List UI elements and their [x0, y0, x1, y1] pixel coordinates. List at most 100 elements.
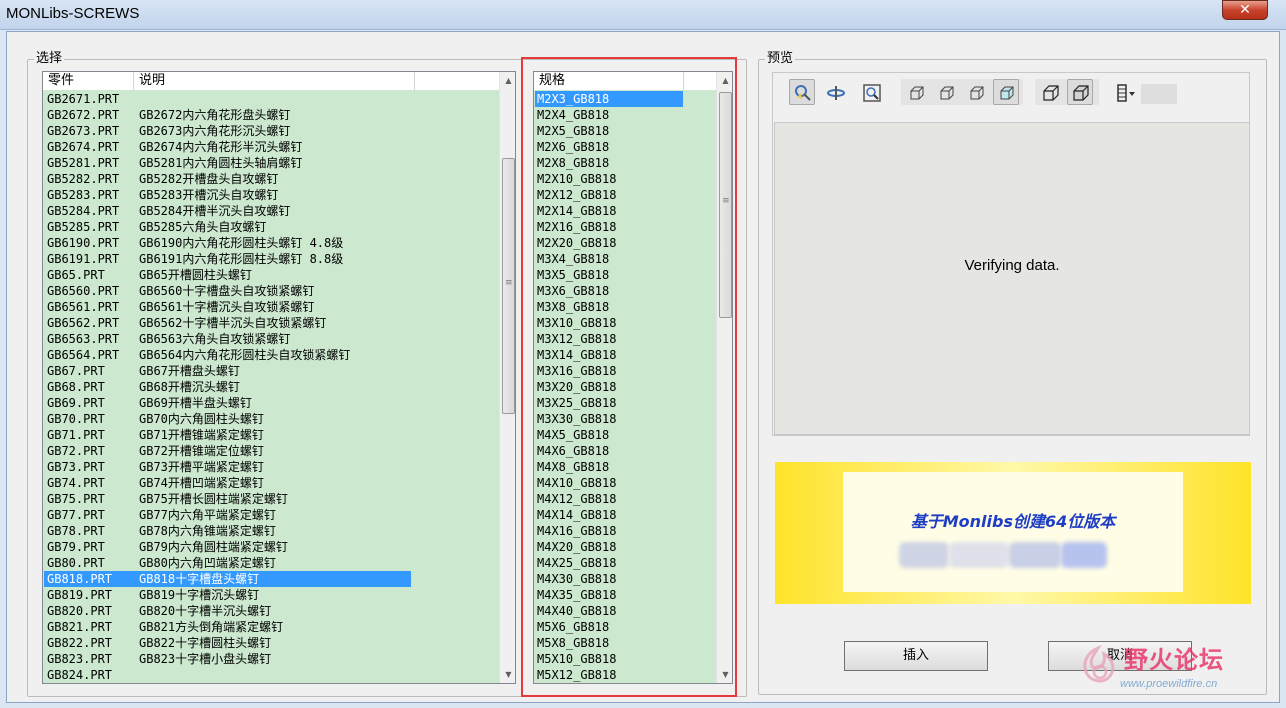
watermark: 野火论坛 www.proewildfire.cn	[1070, 636, 1280, 702]
table-row[interactable]: GB6564.PRT GB6564内六角花形圆柱头自攻锁紧螺钉	[44, 347, 499, 363]
part-file-name: GB6564.PRT	[47, 348, 120, 362]
part-description: GB77内六角平端紧定螺钉	[139, 508, 276, 522]
part-description: GB67开槽盘头螺钉	[139, 364, 240, 378]
part-file-name: GB73.PRT	[47, 460, 105, 474]
part-file-name: GB819.PRT	[47, 588, 113, 602]
part-description: GB79内六角圆柱端紧定螺钉	[139, 540, 288, 554]
view-name-field[interactable]	[1141, 84, 1177, 104]
table-row[interactable]: GB6560.PRT GB6560十字槽盘头自攻锁紧螺钉	[44, 283, 499, 299]
parts-scrollbar[interactable]: ▲ ≡ ▼	[499, 72, 515, 683]
hidden-line-icon[interactable]	[933, 79, 959, 105]
saved-views-icon[interactable]	[1111, 79, 1141, 105]
table-row[interactable]: GB6190.PRT GB6190内六角花形圆柱头螺钉 4.8级	[44, 235, 499, 251]
table-row[interactable]: GB74.PRT GB74开槽凹端紧定螺钉	[44, 475, 499, 491]
part-description: GB6561十字槽沉头自攻锁紧螺钉	[139, 300, 315, 314]
part-file-name: GB5281.PRT	[47, 156, 120, 170]
zoom-fit-icon[interactable]	[858, 79, 884, 105]
table-row[interactable]: GB818.PRT GB818十字槽盘头螺钉	[44, 571, 411, 587]
table-row[interactable]: GB5285.PRT GB5285六角头自攻螺钉	[44, 219, 499, 235]
column-header-desc[interactable]: 说明	[134, 72, 415, 90]
spin-icon[interactable]	[822, 79, 848, 105]
part-description: GB5283开槽沉头自攻螺钉	[139, 188, 279, 202]
part-file-name: GB818.PRT	[47, 572, 113, 586]
table-row[interactable]: GB5284.PRT GB5284开槽半沉头自攻螺钉	[44, 203, 499, 219]
part-file-name: GB74.PRT	[47, 476, 105, 490]
table-row[interactable]: GB79.PRT GB79内六角圆柱端紧定螺钉	[44, 539, 499, 555]
table-row[interactable]: GB69.PRT GB69开槽半盘头螺钉	[44, 395, 499, 411]
table-row[interactable]: GB6561.PRT GB6561十字槽沉头自攻锁紧螺钉	[44, 299, 499, 315]
parts-list-header: 零件 说明	[43, 72, 499, 90]
table-row[interactable]: GB2672.PRT GB2672内六角花形盘头螺钉	[44, 107, 499, 123]
table-row[interactable]: GB819.PRT GB819十字槽沉头螺钉	[44, 587, 499, 603]
table-row[interactable]: GB6562.PRT GB6562十字槽半沉头自攻锁紧螺钉	[44, 315, 499, 331]
table-row[interactable]: GB80.PRT GB80内六角凹端紧定螺钉	[44, 555, 499, 571]
dialog-body: 选择 零件 说明 GB2671.PRT GB2672.PRT GB2672内六角花形…	[6, 31, 1280, 703]
table-row[interactable]: GB6191.PRT GB6191内六角花形圆柱头螺钉 8.8级	[44, 251, 499, 267]
part-file-name: GB6560.PRT	[47, 284, 120, 298]
table-row[interactable]: GB823.PRT GB823十字槽小盘头螺钉	[44, 651, 499, 667]
table-row[interactable]: GB68.PRT GB68开槽沉头螺钉	[44, 379, 499, 395]
table-row[interactable]: GB5282.PRT GB5282开槽盘头自攻螺钉	[44, 171, 499, 187]
part-description: GB68开槽沉头螺钉	[139, 380, 240, 394]
blurred-text	[1061, 542, 1107, 568]
part-description: GB823十字槽小盘头螺钉	[139, 652, 272, 666]
part-file-name: GB6563.PRT	[47, 332, 120, 346]
part-description: GB822十字槽圆柱头螺钉	[139, 636, 272, 650]
part-file-name: GB70.PRT	[47, 412, 105, 426]
table-row[interactable]: GB78.PRT GB78内六角锥端紧定螺钉	[44, 523, 499, 539]
part-description: GB65开槽圆柱头螺钉	[139, 268, 252, 282]
table-row[interactable]: GB2671.PRT	[44, 91, 499, 107]
close-button[interactable]: ✕	[1222, 0, 1268, 20]
part-description: GB6564内六角花形圆柱头自攻锁紧螺钉	[139, 348, 351, 362]
shaded-edges-icon[interactable]	[1067, 79, 1093, 105]
blurred-text	[899, 542, 949, 568]
table-row[interactable]: GB77.PRT GB77内六角平端紧定螺钉	[44, 507, 499, 523]
column-header-part[interactable]: 零件	[43, 72, 134, 90]
table-row[interactable]: GB73.PRT GB73开槽平端紧定螺钉	[44, 459, 499, 475]
table-row[interactable]: GB6563.PRT GB6563六角头自攻锁紧螺钉	[44, 331, 499, 347]
scroll-thumb[interactable]: ≡	[502, 158, 515, 414]
part-description: GB74开槽凹端紧定螺钉	[139, 476, 264, 490]
part-description: GB80内六角凹端紧定螺钉	[139, 556, 276, 570]
scroll-up-icon[interactable]: ▲	[500, 72, 515, 89]
table-row[interactable]: GB65.PRT GB65开槽圆柱头螺钉	[44, 267, 499, 283]
watermark-url: www.proewildfire.cn	[1120, 678, 1218, 690]
wireframe-icon[interactable]	[903, 79, 929, 105]
table-row[interactable]: GB820.PRT GB820十字槽半沉头螺钉	[44, 603, 499, 619]
part-description: GB5284开槽半沉头自攻螺钉	[139, 204, 291, 218]
table-row[interactable]: GB2674.PRT GB2674内六角花形半沉头螺钉	[44, 139, 499, 155]
part-file-name: GB5284.PRT	[47, 204, 120, 218]
table-row[interactable]: GB72.PRT GB72开槽锥端定位螺钉	[44, 443, 499, 459]
select-icon[interactable]	[789, 79, 815, 105]
table-row[interactable]: GB67.PRT GB67开槽盘头螺钉	[44, 363, 499, 379]
part-file-name: GB77.PRT	[47, 508, 105, 522]
part-file-name: GB822.PRT	[47, 636, 113, 650]
table-row[interactable]: GB5281.PRT GB5281内六角圆柱头轴肩螺钉	[44, 155, 499, 171]
part-description: GB6563六角头自攻锁紧螺钉	[139, 332, 291, 346]
insert-button[interactable]: 插入	[844, 641, 988, 671]
table-row[interactable]: GB70.PRT GB70内六角圆柱头螺钉	[44, 411, 499, 427]
part-description: GB78内六角锥端紧定螺钉	[139, 524, 276, 538]
part-file-name: GB6561.PRT	[47, 300, 120, 314]
banner-ad[interactable]: 基于Monlibs创建64位版本	[775, 462, 1251, 604]
table-row[interactable]: GB5283.PRT GB5283开槽沉头自攻螺钉	[44, 187, 499, 203]
scroll-down-icon[interactable]: ▼	[500, 666, 515, 683]
grip-icon: ≡	[505, 278, 513, 288]
table-row[interactable]: GB71.PRT GB71开槽锥端紧定螺钉	[44, 427, 499, 443]
part-file-name: GB68.PRT	[47, 380, 105, 394]
display-style-icon[interactable]	[1037, 79, 1063, 105]
table-row[interactable]: GB75.PRT GB75开槽长圆柱端紧定螺钉	[44, 491, 499, 507]
blurred-text	[1009, 542, 1061, 568]
part-description: GB70内六角圆柱头螺钉	[139, 412, 264, 426]
shaded-icon[interactable]	[993, 79, 1019, 105]
parts-list[interactable]: 零件 说明 GB2671.PRT GB2672.PRT GB2672内六角花形盘头螺…	[42, 71, 516, 684]
part-file-name: GB6562.PRT	[47, 316, 120, 330]
no-hidden-icon[interactable]	[963, 79, 989, 105]
preview-pane: Verifying data.	[774, 122, 1250, 435]
table-row[interactable]: GB821.PRT GB821方头倒角端紧定螺钉	[44, 619, 499, 635]
table-row[interactable]: GB2673.PRT GB2673内六角花形沉头螺钉	[44, 123, 499, 139]
part-file-name: GB78.PRT	[47, 524, 105, 538]
table-row[interactable]: GB824.PRT	[44, 667, 499, 683]
table-row[interactable]: GB822.PRT GB822十字槽圆柱头螺钉	[44, 635, 499, 651]
banner-panel: 基于Monlibs创建64位版本	[843, 472, 1183, 592]
